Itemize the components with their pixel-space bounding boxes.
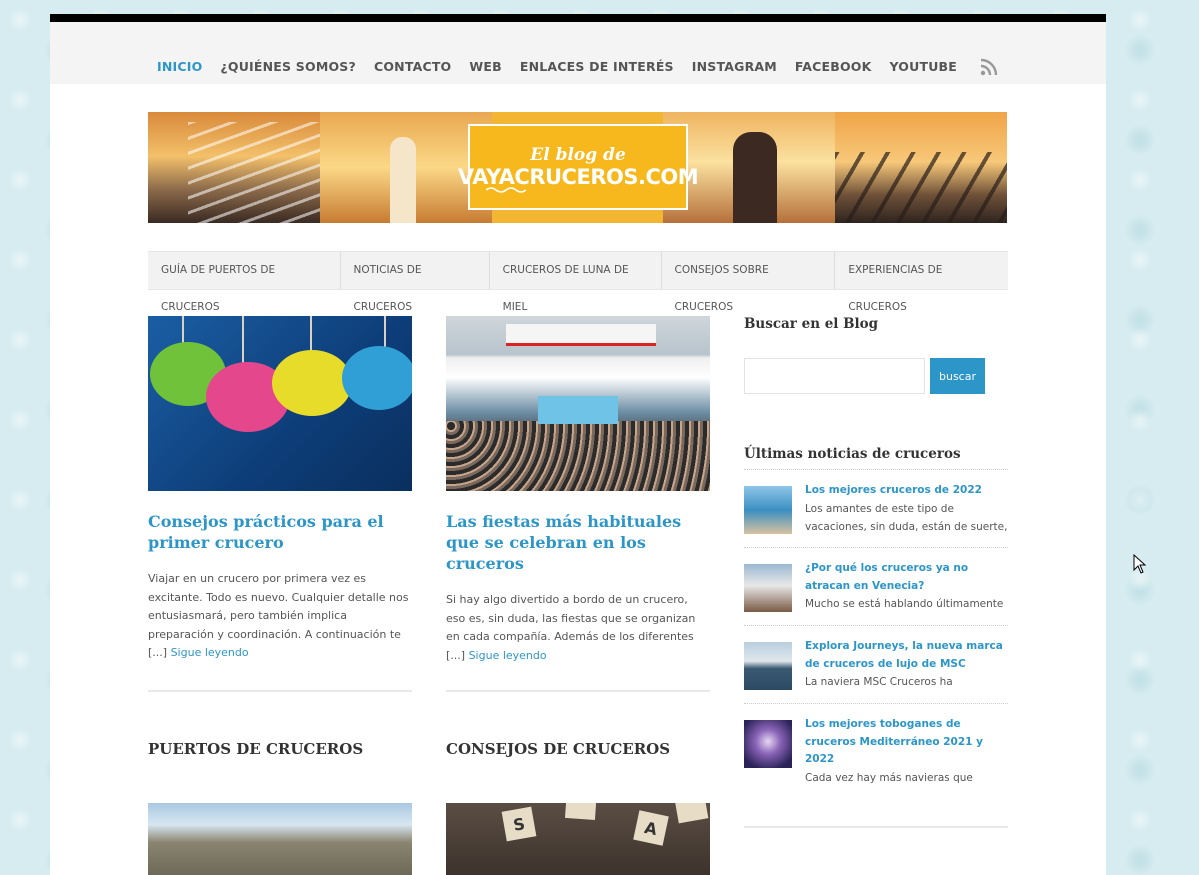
waves-icon <box>486 187 526 193</box>
news-thumbnail[interactable] <box>744 720 792 768</box>
nav-item-enlaces[interactable]: ENLACES DE INTERÉS <box>520 60 674 74</box>
cat-luna-de-miel[interactable]: CRUCEROS DE LUNA DE MIEL <box>490 252 662 313</box>
read-more-link[interactable]: Sigue leyendo <box>469 649 547 662</box>
news-item: ¿Por qué los cruceros ya no atracan en V… <box>744 548 1008 626</box>
top-border <box>50 14 1106 22</box>
nav-item-inicio[interactable]: INICIO <box>157 60 202 74</box>
post-thumbnail-bubbles[interactable] <box>148 316 412 491</box>
news-thumbnail[interactable] <box>744 642 792 690</box>
post-card: Las fiestas más habituales que se celebr… <box>446 316 710 665</box>
post-card: Consejos prácticos para el primer crucer… <box>148 316 412 663</box>
cat-experiencias[interactable]: EXPERIENCIAS DE CRUCEROS <box>835 252 1008 313</box>
letter-tile: S <box>501 806 537 842</box>
letter-tile <box>564 803 598 821</box>
section-title-puertos: PUERTOS DE CRUCEROS <box>148 740 364 758</box>
news-widget-header: Últimas noticias de cruceros <box>744 446 1008 470</box>
news-title-link[interactable]: Los mejores toboganes de cruceros Medite… <box>805 716 1008 769</box>
nav-item-youtube[interactable]: YOUTUBE <box>889 60 957 74</box>
search-input[interactable] <box>744 358 925 394</box>
post-excerpt: Si hay algo divertido a bordo de un cruc… <box>446 593 696 662</box>
post-thumbnail-letter-blocks[interactable]: S A <box>446 803 710 875</box>
news-item: Los mejores toboganes de cruceros Medite… <box>744 704 1008 784</box>
news-thumbnail[interactable] <box>744 564 792 612</box>
cat-guia-puertos[interactable]: GUÍA DE PUERTOS DE CRUCEROS <box>148 252 341 313</box>
news-excerpt: Los amantes de este tipo de vacaciones, … <box>805 502 1008 533</box>
news-title-link[interactable]: Los mejores cruceros de 2022 <box>805 482 1008 500</box>
top-navigation: INICIO ¿QUIÉNES SOMOS? CONTACTO WEB ENLA… <box>50 22 1106 84</box>
news-excerpt: Cada vez hay más navieras que <box>805 771 973 784</box>
logo-tagline: El blog de <box>530 145 626 165</box>
mouse-cursor-icon <box>1133 554 1147 574</box>
search-button[interactable]: buscar <box>930 358 985 394</box>
banner-image-deck-chairs <box>835 112 1007 223</box>
post-thumbnail-mountains[interactable] <box>148 803 412 875</box>
news-excerpt: La naviera MSC Cruceros ha <box>805 676 953 688</box>
news-widget-title: Últimas noticias de cruceros <box>744 446 961 462</box>
news-item: Los mejores cruceros de 2022 Los amantes… <box>744 470 1008 548</box>
post-title[interactable]: Consejos prácticos para el primer crucer… <box>148 511 412 553</box>
sidebar: Buscar en el Blog buscar Últimas noticia… <box>744 316 1008 784</box>
post-divider <box>446 690 710 692</box>
letter-tile <box>673 803 709 824</box>
category-navigation: GUÍA DE PUERTOS DE CRUCEROS NOTICIAS DE … <box>148 251 1008 313</box>
nav-item-facebook[interactable]: FACEBOOK <box>795 60 872 74</box>
news-excerpt: Mucho se está hablando últimamente <box>805 598 1004 610</box>
rss-icon[interactable] <box>980 58 998 76</box>
sidebar-divider <box>744 826 1008 828</box>
read-more-link[interactable]: Sigue leyendo <box>171 646 249 659</box>
post-title[interactable]: Las fiestas más habituales que se celebr… <box>446 511 710 574</box>
search-widget-title: Buscar en el Blog <box>744 316 879 332</box>
nav-item-contacto[interactable]: CONTACTO <box>374 60 451 74</box>
site-logo[interactable]: El blog de VAYACRUCEROS.COM <box>458 124 699 210</box>
news-title-link[interactable]: Explora Journeys, la nueva marca de cruc… <box>805 638 1008 673</box>
nav-item-web[interactable]: WEB <box>469 60 501 74</box>
banner-image-ship-deck <box>148 112 320 223</box>
cat-noticias[interactable]: NOTICIAS DE CRUCEROS <box>341 252 490 313</box>
nav-item-instagram[interactable]: INSTAGRAM <box>692 60 777 74</box>
news-item: Explora Journeys, la nueva marca de cruc… <box>744 626 1008 704</box>
news-thumbnail[interactable] <box>744 486 792 534</box>
page-wrapper: INICIO ¿QUIÉNES SOMOS? CONTACTO WEB ENLA… <box>50 14 1106 875</box>
post-excerpt: Viajar en un crucero por primera vez es … <box>148 572 409 659</box>
news-title-link[interactable]: ¿Por qué los cruceros ya no atracan en V… <box>805 560 1008 595</box>
search-form: buscar <box>744 358 1008 394</box>
nav-item-quienes-somos[interactable]: ¿QUIÉNES SOMOS? <box>220 60 356 74</box>
post-divider <box>148 690 412 692</box>
letter-tile: A <box>633 810 669 846</box>
post-thumbnail-ship-party[interactable] <box>446 316 710 491</box>
cat-consejos[interactable]: CONSEJOS SOBRE CRUCEROS <box>662 252 836 313</box>
section-title-consejos: CONSEJOS DE CRUCEROS <box>446 740 671 758</box>
